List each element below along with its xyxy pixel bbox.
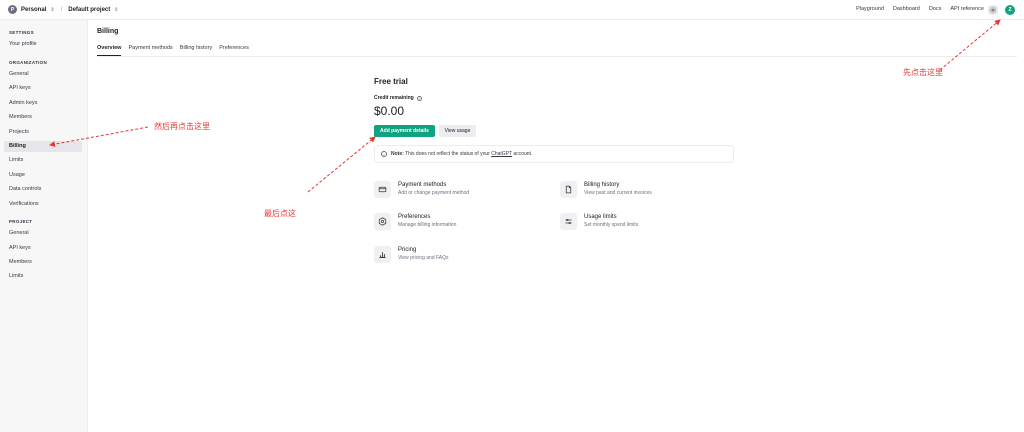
annotation-second-text: 然后再点击这里 bbox=[154, 122, 210, 131]
annotation-last-text: 最后点这 bbox=[264, 209, 296, 218]
annotation-first-text: 先点击这里 bbox=[903, 68, 943, 77]
annotation-arrow-first bbox=[939, 19, 1001, 71]
annotation-arrow-last bbox=[307, 136, 376, 193]
annotation-arrow-second bbox=[49, 126, 149, 148]
annotation-overlay bbox=[49, 19, 1001, 193]
